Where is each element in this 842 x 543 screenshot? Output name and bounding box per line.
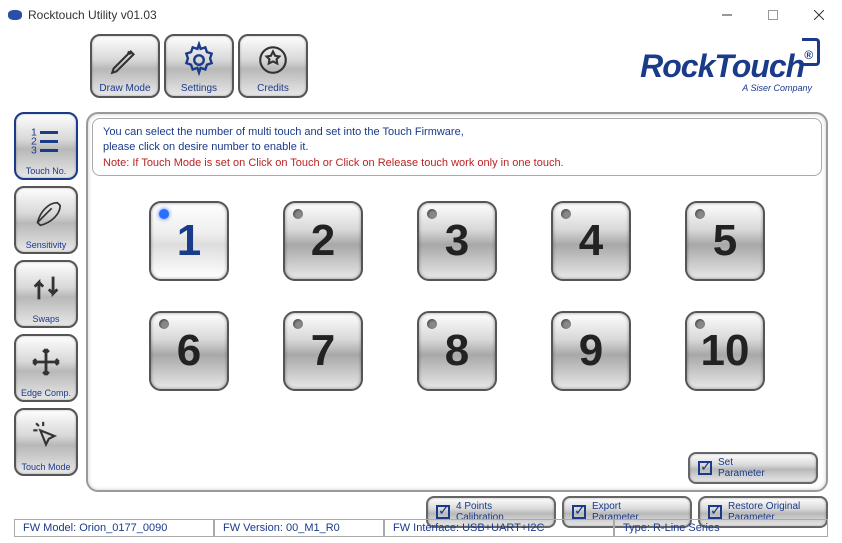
window-title: Rocktouch Utility v01.03 (28, 8, 157, 22)
cursor-click-icon (16, 410, 76, 462)
number-6-button[interactable]: 6 (149, 311, 229, 391)
pencil-icon (92, 36, 158, 83)
info-text: You can select the number of multi touch… (92, 118, 822, 176)
check-icon (436, 505, 450, 519)
number-4-button[interactable]: 4 (551, 201, 631, 281)
close-button[interactable] (796, 0, 842, 30)
app-icon (8, 10, 22, 20)
titlebar: Rocktouch Utility v01.03 (0, 0, 842, 30)
feather-icon (16, 188, 76, 240)
swap-icon (16, 262, 76, 314)
number-5-button[interactable]: 5 (685, 201, 765, 281)
gear-icon (166, 36, 232, 83)
badge-icon (240, 36, 306, 83)
sidebar-label: Touch Mode (21, 462, 70, 472)
sidebar-sensitivity[interactable]: Sensitivity (14, 186, 78, 254)
sidebar-label: Touch No. (26, 166, 67, 176)
check-icon (572, 505, 586, 519)
number-8-button[interactable]: 8 (417, 311, 497, 391)
minimize-button[interactable] (704, 0, 750, 30)
svg-text:3: 3 (31, 145, 37, 157)
credits-button[interactable]: Credits (238, 34, 308, 98)
sidebar-label: Edge Comp. (21, 388, 71, 398)
set-parameter-button[interactable]: Set Parameter (688, 452, 818, 484)
move-icon (16, 336, 76, 388)
brand-logo: RockTouch® A Siser Company (640, 48, 812, 93)
settings-label: Settings (181, 83, 217, 94)
check-icon (708, 505, 722, 519)
status-bar: FW Model: Orion_0177_0090 FW Version: 00… (14, 519, 828, 537)
sidebar-edge-comp[interactable]: Edge Comp. (14, 334, 78, 402)
main-panel: You can select the number of multi touch… (86, 112, 828, 492)
list-icon: 123 (16, 114, 76, 166)
number-3-button[interactable]: 3 (417, 201, 497, 281)
sidebar-label: Sensitivity (26, 240, 67, 250)
number-10-button[interactable]: 10 (685, 311, 765, 391)
check-icon (698, 461, 712, 475)
sidebar-label: Swaps (32, 314, 59, 324)
number-grid: 1 2 3 4 5 6 7 8 9 10 (92, 176, 822, 401)
draw-mode-label: Draw Mode (99, 83, 150, 94)
sidebar-touch-mode[interactable]: Touch Mode (14, 408, 78, 476)
maximize-button[interactable] (750, 0, 796, 30)
number-2-button[interactable]: 2 (283, 201, 363, 281)
draw-mode-button[interactable]: Draw Mode (90, 34, 160, 98)
credits-label: Credits (257, 83, 289, 94)
number-9-button[interactable]: 9 (551, 311, 631, 391)
sidebar-touch-no[interactable]: 123 Touch No. (14, 112, 78, 180)
number-1-button[interactable]: 1 (149, 201, 229, 281)
number-7-button[interactable]: 7 (283, 311, 363, 391)
sidebar-swaps[interactable]: Swaps (14, 260, 78, 328)
settings-button[interactable]: Settings (164, 34, 234, 98)
